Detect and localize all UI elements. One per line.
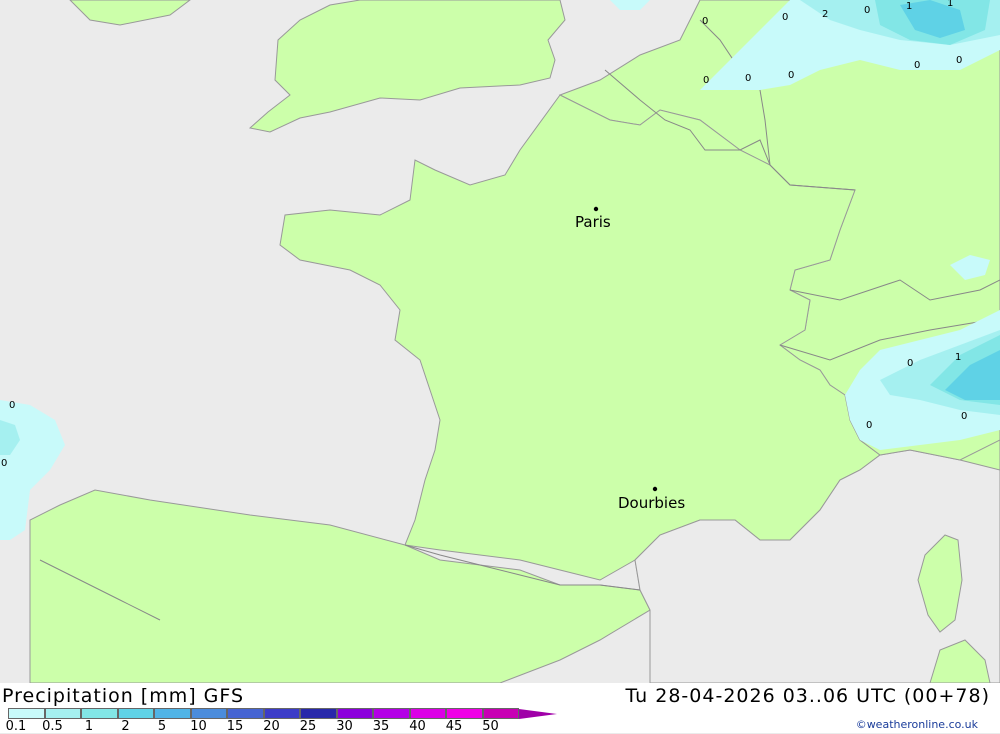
precip-label: 0 xyxy=(907,358,913,369)
scale-swatch xyxy=(446,708,483,719)
scale-swatch xyxy=(44,708,81,719)
scale-swatch xyxy=(81,708,118,719)
scale-swatch xyxy=(117,708,154,719)
scale-swatch xyxy=(336,708,373,719)
scale-tick-label: 10 xyxy=(190,719,207,734)
scale-tick-label: 2 xyxy=(121,719,130,734)
precip-label: 0 xyxy=(788,70,794,81)
color-scale xyxy=(8,708,557,719)
scale-swatch xyxy=(263,708,300,719)
scale-swatch xyxy=(190,708,227,719)
map-canvas: 0 2 0 1 1 0 0 0 0 0 0 0 1 0 0 0 0 Paris … xyxy=(0,0,1000,683)
map-footer: Precipitation [mm] GFS Tu 28-04-2026 03.… xyxy=(0,683,1000,734)
scale-tick-label: 40 xyxy=(409,719,426,734)
scale-swatch xyxy=(300,708,337,719)
scale-tick-label: 0.5 xyxy=(42,719,63,734)
scale-swatch xyxy=(8,708,45,719)
scale-tick-label: 20 xyxy=(263,719,280,734)
scale-swatch xyxy=(227,708,264,719)
precip-label: 0 xyxy=(1,458,7,469)
precip-label: 0 xyxy=(864,5,870,16)
precip-label: 0 xyxy=(866,420,872,431)
forecast-datetime: Tu 28-04-2026 03..06 UTC (00+78) xyxy=(625,685,990,707)
credit-link[interactable]: ©weatheronline.co.uk xyxy=(856,718,978,731)
precip-label: 0 xyxy=(956,55,962,66)
scale-tick-label: 25 xyxy=(299,719,317,734)
scale-tick-label: 5 xyxy=(157,719,167,734)
city-marker xyxy=(593,206,599,212)
scale-tick-label: 50 xyxy=(482,719,499,734)
city-label: Paris xyxy=(575,213,611,231)
precip-label: 2 xyxy=(822,9,828,20)
scale-swatch xyxy=(409,708,446,719)
precip-label: 1 xyxy=(955,352,961,363)
precip-label: 0 xyxy=(782,12,788,23)
scale-ticks: 0.1 0.5 1 2 5 10 15 20 25 30 35 40 45 50 xyxy=(0,719,540,734)
precip-label: 0 xyxy=(702,16,708,27)
scale-tick-label: 30 xyxy=(336,719,353,734)
scale-tick-label: 45 xyxy=(445,719,463,734)
precip-label: 0 xyxy=(914,60,920,71)
scale-tick-label: 15 xyxy=(226,719,244,734)
scale-swatch xyxy=(482,708,519,719)
precip-label: 1 xyxy=(947,0,953,9)
precip-label: 1 xyxy=(906,1,912,12)
city-label: Dourbies xyxy=(618,494,685,512)
scale-arrow xyxy=(519,709,557,719)
scale-tick-label: 1 xyxy=(84,719,94,734)
scale-swatch xyxy=(154,708,191,719)
scale-tick-label: 0.1 xyxy=(5,719,27,734)
precip-label: 0 xyxy=(703,75,709,86)
city-marker xyxy=(652,486,658,492)
map-title: Precipitation [mm] GFS xyxy=(2,685,245,707)
scale-tick-label: 35 xyxy=(372,719,390,734)
weather-map: 0 2 0 1 1 0 0 0 0 0 0 0 1 0 0 0 0 Paris … xyxy=(0,0,1000,683)
precip-label: 0 xyxy=(9,400,15,411)
scale-swatch xyxy=(373,708,410,719)
precip-label: 0 xyxy=(745,73,751,84)
precip-label: 0 xyxy=(961,411,967,422)
